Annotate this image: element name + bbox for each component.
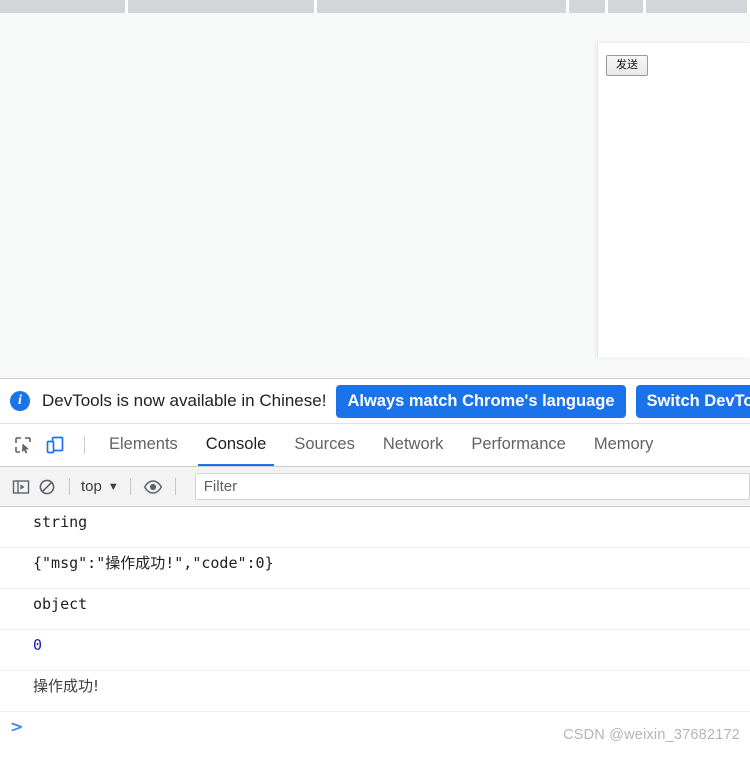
- tab-elements[interactable]: Elements: [95, 424, 192, 466]
- clear-console-icon[interactable]: [34, 474, 60, 500]
- table-header-cell[interactable]: [127, 0, 314, 13]
- infobar-message: DevTools is now available in Chinese!: [42, 391, 327, 410]
- tab-console[interactable]: Console: [192, 424, 281, 466]
- console-message[interactable]: 操作成功!: [0, 671, 750, 712]
- console-message[interactable]: object: [0, 589, 750, 630]
- send-button[interactable]: 发送: [606, 55, 648, 76]
- chevron-down-icon: ▼: [107, 480, 119, 493]
- console-toolbar-divider: [69, 478, 70, 495]
- devtools-panel: i DevTools is now available in Chinese! …: [0, 378, 750, 761]
- side-panel: 发送: [597, 42, 750, 357]
- prompt-chevron-icon: >: [10, 717, 24, 736]
- console-message[interactable]: {"msg":"操作成功!","code":0}: [0, 548, 750, 589]
- watermark: CSDN @weixin_37682172: [563, 727, 740, 743]
- table-header-cell[interactable]: [316, 0, 566, 13]
- live-expression-eye-icon[interactable]: [140, 474, 166, 500]
- always-match-chrome-language-button[interactable]: Always match Chrome's language: [336, 384, 626, 418]
- devtools-tabstrip: Elements Console Sources Network Perform…: [0, 424, 750, 467]
- tab-memory[interactable]: Memory: [580, 424, 668, 466]
- table-header-cell[interactable]: [568, 0, 606, 13]
- console-toolbar-divider: [174, 478, 176, 495]
- table-header-cell[interactable]: [608, 0, 643, 13]
- tab-network[interactable]: Network: [369, 424, 458, 466]
- inspect-element-icon[interactable]: [10, 432, 36, 458]
- switch-devtools-to-chinese-button[interactable]: Switch DevTools to Chinese: [635, 384, 750, 418]
- filter-input[interactable]: Filter: [194, 473, 750, 500]
- table-header-cell[interactable]: [645, 0, 748, 13]
- tab-sources[interactable]: Sources: [280, 424, 369, 466]
- device-toolbar-icon[interactable]: [42, 432, 68, 458]
- tabstrip-divider: [84, 436, 85, 454]
- tab-performance[interactable]: Performance: [457, 424, 579, 466]
- page-table-header-row: [0, 0, 750, 13]
- console-output: string {"msg":"操作成功!","code":0} object 0…: [0, 507, 750, 761]
- web-page-viewport: 发送: [0, 0, 750, 378]
- table-header-cell[interactable]: [0, 0, 125, 13]
- console-message[interactable]: string: [0, 507, 750, 548]
- devtools-language-infobar: i DevTools is now available in Chinese! …: [0, 379, 750, 424]
- screenshot-root: 发送 i DevTools is now available in Chines…: [0, 0, 750, 761]
- console-sidebar-icon[interactable]: [8, 474, 34, 500]
- console-toolbar-divider: [129, 478, 131, 495]
- info-circle-icon: i: [10, 391, 30, 411]
- console-message[interactable]: 0: [0, 630, 750, 671]
- execution-context-label: top: [81, 478, 102, 495]
- execution-context-selector[interactable]: top ▼: [79, 478, 121, 495]
- console-toolbar: top ▼ Filter: [0, 467, 750, 507]
